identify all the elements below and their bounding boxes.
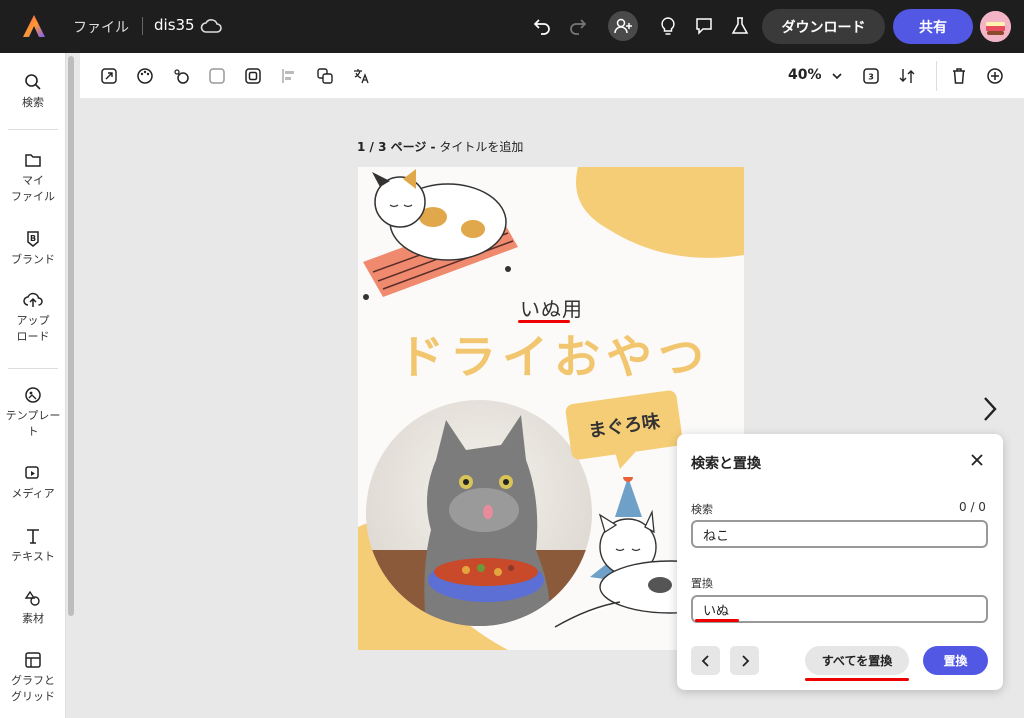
sidebar-item-media[interactable]: メディア	[0, 464, 66, 502]
sidebar-item-label: ブランド	[11, 253, 55, 266]
highlight-underline	[695, 619, 739, 622]
page-title-placeholder[interactable]: タイトルを追加	[439, 140, 523, 154]
avatar[interactable]	[980, 11, 1011, 42]
find-label: 検索	[691, 503, 713, 516]
sidebar-item-my-files[interactable]: マイ ファイル	[0, 151, 66, 205]
sidebar-item-charts-grids[interactable]: グラフと グリッド	[0, 651, 66, 705]
border-icon[interactable]	[242, 65, 264, 87]
animation-icon[interactable]	[170, 65, 192, 87]
zoom-level[interactable]: 40%	[788, 67, 822, 83]
adobe-express-logo[interactable]	[22, 14, 46, 38]
sidebar-scrollbar[interactable]	[68, 56, 74, 616]
chevron-left-icon	[701, 654, 709, 667]
dialog-title: 検索と置換	[691, 456, 761, 472]
flask-icon[interactable]	[728, 14, 752, 38]
find-input[interactable]	[691, 520, 988, 548]
yellow-blob-top	[576, 167, 744, 258]
search-icon	[25, 74, 41, 90]
sidebar-item-upload[interactable]: アップ ロード	[0, 291, 66, 345]
sidebar-item-label: テキスト	[11, 550, 55, 563]
undo-icon[interactable]	[530, 14, 554, 38]
match-count: 0 / 0	[959, 500, 986, 514]
reorder-icon[interactable]	[896, 65, 918, 87]
trash-icon[interactable]	[948, 65, 970, 87]
sidebar-item-search[interactable]: 検索	[0, 73, 66, 111]
cloud-sync-icon[interactable]	[200, 16, 222, 36]
replace-all-button[interactable]: すべてを置換	[805, 646, 909, 675]
svg-text:B: B	[30, 234, 36, 243]
svg-text:3: 3	[868, 73, 874, 82]
share-button[interactable]: 共有	[893, 9, 973, 44]
comment-icon[interactable]	[692, 14, 716, 38]
flavor-text: まぐろ味	[587, 411, 662, 442]
find-replace-dialog: 検索と置換 検索 0 / 0 置換 すべてを置換 置換	[677, 434, 1003, 690]
redo-icon[interactable]	[566, 14, 590, 38]
chevron-down-icon[interactable]	[826, 65, 848, 87]
media-icon	[25, 466, 39, 479]
replace-button[interactable]: 置換	[923, 646, 988, 675]
headline-big[interactable]: ドライおやつ	[398, 321, 710, 387]
highlight-underline	[518, 320, 570, 323]
chevron-right-icon	[741, 654, 749, 667]
shape-icon[interactable]	[206, 65, 228, 87]
text-icon	[27, 529, 39, 544]
sleeping-cat-illustration	[363, 169, 518, 300]
color-palette-icon[interactable]	[134, 65, 156, 87]
highlight-underline	[805, 678, 909, 681]
sidebar-item-label: アップ ロード	[16, 314, 50, 343]
sidebar-item-elements[interactable]: 素材	[0, 589, 66, 627]
next-match-button[interactable]	[730, 646, 759, 675]
page-number: 1 / 3 ページ -	[357, 140, 436, 154]
template-icon	[25, 387, 41, 403]
sidebar-item-label: マイ ファイル	[11, 174, 55, 203]
brand-icon: B	[27, 231, 39, 247]
document-name[interactable]: dis35	[154, 16, 195, 34]
sidebar-item-label: 検索	[22, 96, 44, 109]
add-page-icon[interactable]	[984, 65, 1006, 87]
sidebar-item-label: グラフと グリッド	[11, 674, 55, 703]
sidebar-item-text[interactable]: テキスト	[0, 527, 66, 565]
translate-icon[interactable]	[350, 65, 372, 87]
grid-icon	[25, 652, 41, 668]
divider	[142, 17, 143, 35]
close-icon[interactable]	[967, 450, 987, 470]
next-page-arrow-icon[interactable]	[980, 395, 1000, 423]
previous-match-button[interactable]	[691, 646, 720, 675]
divider	[8, 368, 58, 369]
sidebar-item-label: メディア	[11, 487, 55, 500]
pages-icon[interactable]: 3	[860, 65, 882, 87]
download-button[interactable]: ダウンロード	[762, 9, 885, 44]
top-bar: ファイル dis35 ダウンロード 共有	[0, 0, 1024, 53]
elements-icon	[24, 590, 40, 606]
divider	[8, 129, 58, 130]
file-menu[interactable]: ファイル	[73, 17, 129, 37]
page-indicator: 1 / 3 ページ - タイトルを追加	[357, 138, 523, 155]
left-sidebar: 検索 マイ ファイル B ブランド アップ ロード テンプレー ト メディア テ…	[0, 53, 66, 718]
replace-label: 置換	[691, 577, 713, 590]
align-icon[interactable]	[278, 65, 300, 87]
sidebar-item-templates[interactable]: テンプレー ト	[0, 386, 66, 440]
bubble-tail	[614, 449, 638, 469]
sidebar-item-label: テンプレー ト	[5, 409, 61, 438]
headline-small[interactable]: いぬ用	[520, 293, 583, 322]
sidebar-item-brand[interactable]: B ブランド	[0, 230, 66, 268]
sidebar-item-label: 素材	[22, 612, 44, 625]
lightbulb-icon[interactable]	[656, 14, 680, 38]
upload-icon	[23, 292, 43, 307]
layers-icon[interactable]	[314, 65, 336, 87]
divider	[936, 61, 937, 91]
toolbar: 40% 3	[80, 53, 1024, 98]
add-collaborator-icon[interactable]	[608, 11, 638, 41]
resize-icon[interactable]	[98, 65, 120, 87]
folder-icon	[25, 154, 41, 167]
